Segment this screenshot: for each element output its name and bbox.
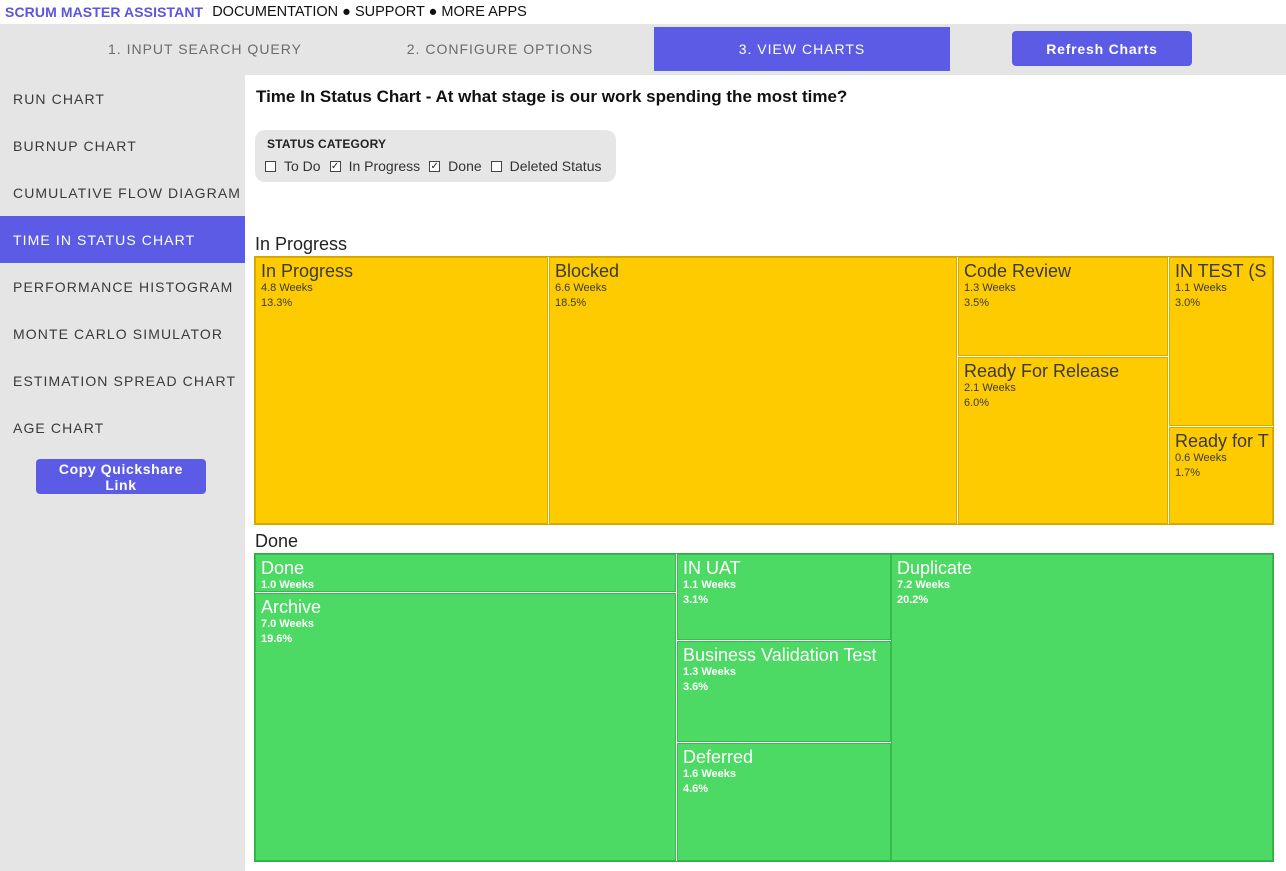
treemap-cell-weeks: 1.6 Weeks	[683, 768, 737, 780]
checkbox-label: Deleted Status	[509, 158, 602, 174]
treemap-group-label: Done	[255, 531, 299, 551]
treemap-cell-weeks: 7.0 Weeks	[261, 618, 315, 630]
filter-title: STATUS CATEGORY	[267, 137, 387, 151]
treemap-cell-name: Archive	[261, 597, 322, 617]
sidebar: RUN CHART BURNUP CHART CUMULATIVE FLOW D…	[0, 75, 245, 871]
sidebar-item-run-chart[interactable]: RUN CHART	[0, 75, 245, 122]
sidebar-item-monte-carlo-simulator[interactable]: MONTE CARLO SIMULATOR	[0, 310, 245, 357]
sidebar-item-cumulative-flow-diagram[interactable]: CUMULATIVE FLOW DIAGRAM	[0, 169, 245, 216]
sidebar-item-age-chart[interactable]: AGE CHART	[0, 404, 245, 451]
treemap-cell-weeks: 4.8 Weeks	[261, 282, 313, 294]
treemap-cell-name: In Progress	[261, 261, 354, 281]
page-title: Time In Status Chart - At what stage is …	[256, 87, 848, 106]
checkbox-box[interactable]	[490, 160, 502, 172]
separator-dot: ●	[428, 4, 438, 20]
treemap-cell-in-uat[interactable]: IN UAT 1.1 Weeks 3.1%	[677, 554, 891, 640]
filter-options: To Do ✓ In Progress ✓ Done Deleted Statu…	[265, 158, 610, 174]
checkbox-in-progress[interactable]: ✓ In Progress	[329, 158, 421, 174]
treemap-cell-name: IN TEST (S	[1175, 261, 1267, 281]
separator-dot: ●	[342, 4, 351, 20]
treemap-cell-ready-for-release[interactable]: Ready For Release 2.1 Weeks 6.0%	[958, 357, 1168, 524]
treemap-cell-weeks: 7.2 Weeks	[897, 579, 951, 591]
treemap-cell-percent: 20.2%	[897, 594, 929, 606]
checkbox-label: Done	[448, 158, 482, 174]
step-configure-options[interactable]: 2. CONFIGURE OPTIONS	[355, 27, 645, 71]
documentation-link[interactable]: DOCUMENTATION	[212, 4, 338, 20]
checkbox-box[interactable]: ✓	[329, 160, 341, 172]
step-view-charts[interactable]: 3. VIEW CHARTS	[654, 27, 950, 71]
treemap-cell-weeks: 1.3 Weeks	[683, 666, 737, 678]
treemap-cell-ready-for-t[interactable]: Ready for T 0.6 Weeks 1.7%	[1169, 427, 1273, 524]
treemap-cell-name: Ready For Release	[964, 361, 1120, 381]
treemap-cell-percent: 3.5%	[964, 297, 990, 309]
treemap-cell-percent: 6.0%	[964, 397, 990, 409]
sidebar-item-burnup-chart[interactable]: BURNUP CHART	[0, 122, 245, 169]
refresh-charts-button[interactable]: Refresh Charts	[1012, 31, 1192, 66]
treemap-cell-in-progress[interactable]: In Progress 4.8 Weeks 13.3%	[255, 257, 548, 524]
checkbox-deleted-status[interactable]: Deleted Status	[490, 158, 602, 174]
treemap-cell-business-validation-test[interactable]: Business Validation Test 1.3 Weeks 3.6%	[677, 641, 891, 742]
treemap-cell-percent: 4.6%	[683, 783, 709, 795]
checkbox-done[interactable]: ✓ Done	[429, 158, 482, 174]
treemap-cell-weeks: 1.0 Weeks	[261, 579, 315, 591]
treemap-cell-name: Deferred	[683, 747, 754, 767]
treemap-cell-name: Code Review	[964, 261, 1072, 281]
status-category-filter: STATUS CATEGORY To Do ✓ In Progress ✓ Do…	[255, 130, 616, 182]
checkbox-to-do[interactable]: To Do	[265, 158, 321, 174]
copy-quickshare-link-button[interactable]: Copy Quickshare Link	[36, 459, 206, 494]
sidebar-item-time-in-status-chart[interactable]: TIME IN STATUS CHART	[0, 216, 245, 263]
treemap-cell-percent: 18.5%	[555, 297, 587, 309]
treemap-cell-deferred[interactable]: Deferred 1.6 Weeks 4.6%	[677, 743, 891, 861]
sidebar-item-performance-histogram[interactable]: PERFORMANCE HISTOGRAM	[0, 263, 245, 310]
treemap-cell-weeks: 2.1 Weeks	[964, 382, 1016, 394]
checkbox-box[interactable]	[265, 160, 276, 172]
treemap-cell-name: Blocked	[555, 261, 620, 281]
treemap-cell-archive[interactable]: Archive 7.0 Weeks 19.6%	[255, 593, 676, 861]
treemap-cell-duplicate[interactable]: Duplicate 7.2 Weeks 20.2%	[891, 554, 1273, 861]
treemap-cell-percent: 3.6%	[683, 681, 709, 693]
treemap-cell-percent: 3.0%	[1175, 297, 1201, 309]
treemap-group-label: In Progress	[255, 234, 348, 254]
treemap-cell-weeks: 6.6 Weeks	[555, 282, 607, 294]
top-header: SCRUM MASTER ASSISTANT DOCUMENTATION ● S…	[0, 0, 1286, 24]
treemap-cell-percent: 1.7%	[1175, 467, 1201, 479]
treemap-cell-name: IN UAT	[683, 558, 741, 578]
more-apps-link[interactable]: MORE APPS	[441, 4, 526, 20]
treemap-cell-name: Business Validation Test	[683, 645, 877, 665]
treemap-cell-weeks: 1.3 Weeks	[964, 282, 1016, 294]
app-brand[interactable]: SCRUM MASTER ASSISTANT	[5, 4, 203, 20]
treemap-cell-percent: 19.6%	[261, 633, 293, 645]
treemap-cell-percent: 13.3%	[261, 297, 293, 309]
checkbox-label: In Progress	[348, 158, 421, 174]
sidebar-item-estimation-spread-chart[interactable]: ESTIMATION SPREAD CHART	[0, 357, 245, 404]
treemap-cell-done[interactable]: Done 1.0 Weeks	[255, 554, 676, 592]
checkbox-label: To Do	[284, 158, 321, 174]
treemap-cell-percent: 3.1%	[683, 594, 709, 606]
header-links: DOCUMENTATION ● SUPPORT ● MORE APPS	[212, 4, 527, 20]
step-bar: 1. INPUT SEARCH QUERY 2. CONFIGURE OPTIO…	[0, 24, 1286, 75]
treemap-cell-weeks: 1.1 Weeks	[683, 579, 737, 591]
treemap-cell-weeks: 0.6 Weeks	[1175, 452, 1227, 464]
treemap-cell-weeks: 1.1 Weeks	[1175, 282, 1227, 294]
treemap-cell-code-review[interactable]: Code Review 1.3 Weeks 3.5%	[958, 257, 1168, 356]
treemap-cell-name: Duplicate	[897, 558, 973, 578]
support-link[interactable]: SUPPORT	[355, 4, 425, 20]
treemap-cell-blocked[interactable]: Blocked 6.6 Weeks 18.5%	[549, 257, 957, 524]
step-input-search-query[interactable]: 1. INPUT SEARCH QUERY	[60, 27, 350, 71]
treemap-cell-name: Done	[261, 558, 305, 578]
treemap-cell-name: Ready for T	[1175, 431, 1269, 451]
checkbox-box[interactable]: ✓	[429, 160, 441, 172]
treemap-cell-in-test-s[interactable]: IN TEST (S 1.1 Weeks 3.0%	[1169, 257, 1273, 426]
